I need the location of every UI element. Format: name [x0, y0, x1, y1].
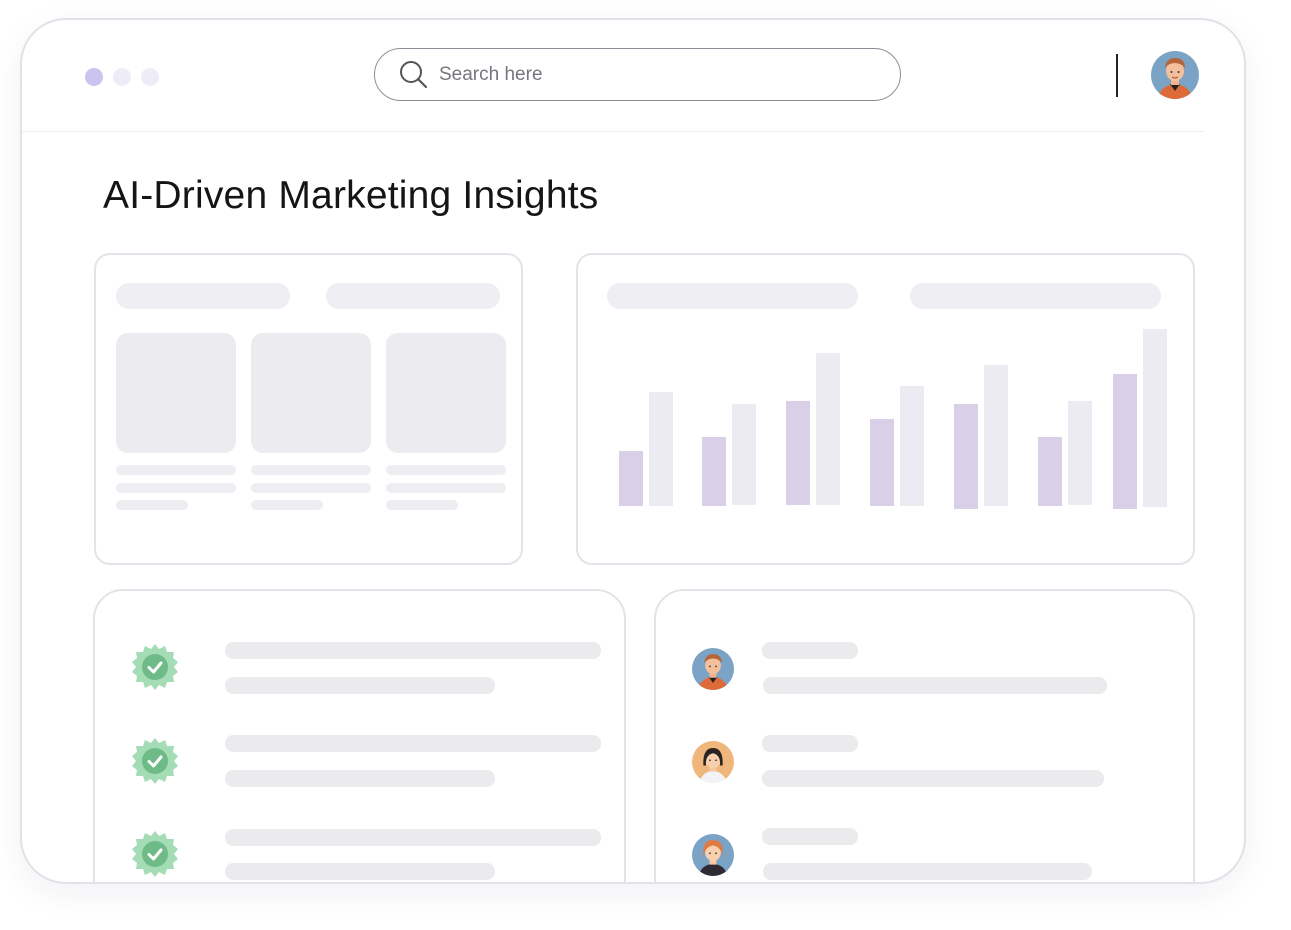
- header-separator: [22, 131, 1204, 132]
- skeleton-text-line: [762, 735, 858, 752]
- user-avatar[interactable]: [692, 834, 734, 881]
- skeleton-text-line: [116, 500, 188, 510]
- skeleton-text-line: [386, 465, 506, 475]
- skeleton-text-line: [251, 465, 371, 475]
- skeleton-text-line: [251, 483, 371, 493]
- chart-bar: [786, 401, 810, 505]
- skeleton-text-line: [762, 642, 858, 659]
- skeleton-text-line: [762, 770, 1104, 787]
- chart-bar: [984, 365, 1008, 506]
- skeleton-text-line: [116, 465, 236, 475]
- skeleton-image: [386, 333, 506, 453]
- chart-bar: [1068, 401, 1092, 505]
- verified-check-icon: [131, 830, 179, 882]
- user-avatar[interactable]: [692, 741, 734, 788]
- search-bar[interactable]: [374, 48, 901, 101]
- skeleton-text-line: [225, 677, 495, 694]
- skeleton-image: [251, 333, 371, 453]
- verified-check-icon: [131, 643, 179, 696]
- skeleton-text-line: [386, 483, 506, 493]
- chart-bar: [702, 437, 726, 506]
- skeleton-text-line: [225, 770, 495, 787]
- chart-bar: [1038, 437, 1062, 506]
- skeleton-text-line: [225, 642, 601, 659]
- header-divider: [1116, 54, 1118, 97]
- skeleton-text-line: [225, 863, 495, 880]
- window-controls: [85, 68, 159, 86]
- skeleton-text-line: [116, 483, 236, 493]
- window-dot-close[interactable]: [85, 68, 103, 86]
- user-avatar[interactable]: [692, 648, 734, 695]
- chart-bar: [954, 404, 978, 509]
- user-avatar[interactable]: [1151, 51, 1199, 104]
- chart-bar: [649, 392, 673, 506]
- skeleton-text-line: [225, 735, 601, 752]
- skeleton-image: [116, 333, 236, 453]
- search-input[interactable]: [439, 62, 839, 88]
- skeleton-heading: [326, 283, 500, 309]
- chart-bar: [1143, 329, 1167, 507]
- chart-bar: [816, 353, 840, 505]
- bar-chart-panel[interactable]: [576, 253, 1195, 565]
- skeleton-text-line: [251, 500, 323, 510]
- window-dot-minimize[interactable]: [113, 68, 131, 86]
- skeleton-text-line: [763, 863, 1092, 880]
- bar-chart: [619, 329, 1167, 509]
- team-list-panel[interactable]: [654, 589, 1195, 882]
- verified-check-icon: [131, 737, 179, 790]
- product-cards-panel[interactable]: [94, 253, 523, 565]
- chart-bar: [870, 419, 894, 506]
- skeleton-text-line: [763, 677, 1107, 694]
- search-icon[interactable]: [399, 60, 429, 95]
- skeleton-heading: [116, 283, 290, 309]
- skeleton-text-line: [386, 500, 458, 510]
- chart-bar: [619, 451, 643, 506]
- chart-bar: [900, 386, 924, 506]
- page-title: AI-Driven Marketing Insights: [103, 174, 599, 217]
- skeleton-text-line: [225, 829, 601, 846]
- chart-bar: [732, 404, 756, 505]
- app-window: AI-Driven Marketing Insights: [20, 18, 1246, 884]
- skeleton-text-line: [762, 828, 858, 845]
- task-list-panel[interactable]: [93, 589, 626, 882]
- window-dot-maximize[interactable]: [141, 68, 159, 86]
- chart-bar: [1113, 374, 1137, 509]
